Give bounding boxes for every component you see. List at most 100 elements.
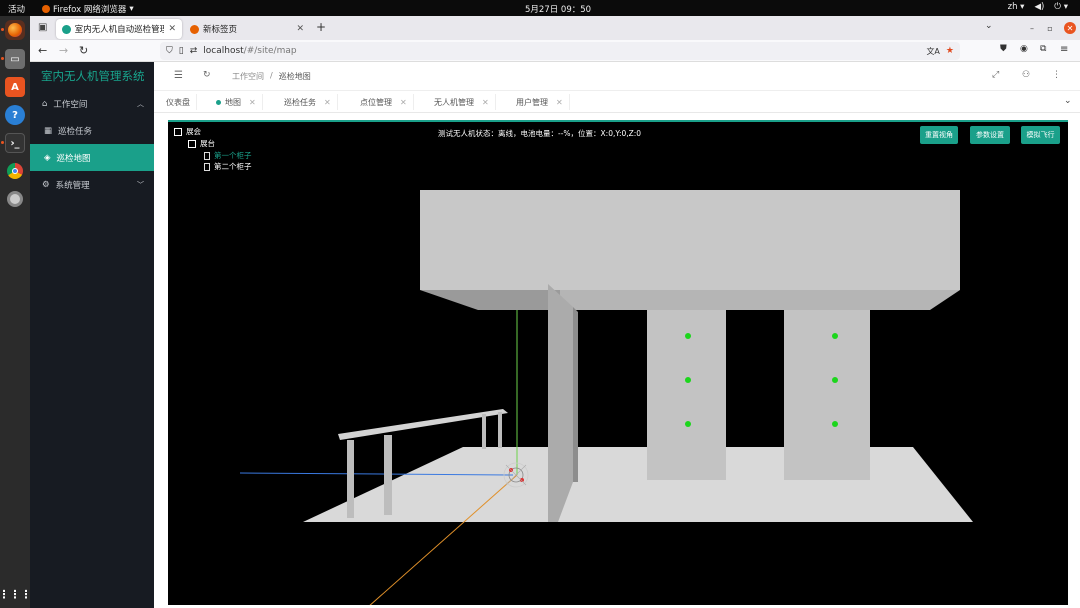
tree-node-booth[interactable]: 展台 xyxy=(188,138,215,149)
menu-label: 巡检地图 xyxy=(56,153,91,164)
refresh-icon[interactable]: ↻ xyxy=(203,70,211,80)
firefox-favicon xyxy=(190,24,199,34)
list-tabs-icon[interactable]: ⌄ xyxy=(985,21,993,31)
close-tag-icon[interactable]: ✕ xyxy=(249,98,256,107)
breadcrumb: 工作空间 / 巡检地图 xyxy=(232,71,311,82)
bench-leg xyxy=(384,435,392,515)
reload-icon[interactable]: ↻ xyxy=(79,44,88,57)
app-sidebar: 室内无人机管理系统 ⌂ 工作空间 ︿ ▦ 巡检任务 ◈ 巡检地图 ⚙ 系统管理 … xyxy=(30,62,154,608)
tag-dashboard[interactable]: 仪表盘 xyxy=(160,94,197,110)
browser-tab-title: 室内无人机自动巡检管理 xyxy=(74,25,165,35)
browser-tab[interactable]: 新标签页 ✕ xyxy=(184,19,310,39)
disk-dock-icon[interactable] xyxy=(5,189,25,209)
tab-overview-icon[interactable]: ▣ xyxy=(38,22,47,33)
user-icon[interactable]: ⚇ xyxy=(1022,70,1030,80)
tag-label: 用户管理 xyxy=(516,97,548,107)
close-tag-icon[interactable]: ✕ xyxy=(556,98,563,107)
close-tag-icon[interactable]: ✕ xyxy=(482,98,489,107)
tree-node-label: 第二个柜子 xyxy=(214,162,252,171)
chrome-dock-icon[interactable] xyxy=(5,161,25,181)
close-tab-icon[interactable]: ✕ xyxy=(296,24,304,34)
close-window-icon[interactable]: ✕ xyxy=(1064,22,1076,34)
browser-tab-title: 新标签页 xyxy=(203,25,238,35)
tags-dropdown-icon[interactable]: ⌄ xyxy=(1064,96,1072,106)
clock[interactable]: 5月27日 09：50 xyxy=(525,3,591,15)
task-icon: ▦ xyxy=(44,125,53,136)
inspection-point xyxy=(832,421,838,427)
tree-node-exhibition[interactable]: 展会 xyxy=(174,126,201,137)
floor-plane xyxy=(303,447,973,522)
inspection-point xyxy=(832,333,838,339)
collapse-menu-icon[interactable]: ☰ xyxy=(174,70,183,81)
software-center-dock-icon[interactable]: A xyxy=(5,77,25,97)
page-icon[interactable]: ▯ xyxy=(179,46,184,56)
tree-node-label: 展会 xyxy=(186,127,201,136)
menu-label: 工作空间 xyxy=(53,99,88,110)
close-tag-icon[interactable]: ✕ xyxy=(324,98,331,107)
app-menu[interactable]: Firefox 网络浏览器 ▾ xyxy=(42,3,134,15)
tag-point-management[interactable]: 点位管理 ✕ xyxy=(354,94,414,110)
bench-leg xyxy=(498,412,502,448)
input-method-indicator[interactable]: zh ▾ xyxy=(1008,2,1025,12)
show-apps-icon[interactable]: ⋮⋮⋮ xyxy=(0,584,32,604)
simulate-flight-button[interactable]: 模拟飞行 xyxy=(1021,126,1060,144)
forward-icon[interactable]: → xyxy=(59,44,68,57)
tag-label: 无人机管理 xyxy=(434,97,474,107)
tree-node-label: 展台 xyxy=(200,139,215,148)
inspection-point xyxy=(685,421,691,427)
power-icon[interactable]: ⏻ ▾ xyxy=(1054,2,1068,12)
tree-node-label: 第一个柜子 xyxy=(214,151,252,160)
breadcrumb-item[interactable]: 工作空间 xyxy=(232,71,264,82)
tag-inspection-task[interactable]: 巡检任务 ✕ xyxy=(278,94,338,110)
tree-checkbox[interactable] xyxy=(174,127,182,136)
shield-icon[interactable]: ⛉ xyxy=(166,46,173,56)
close-tab-icon[interactable]: ✕ xyxy=(168,24,176,34)
tag-map[interactable]: 地图 ✕ xyxy=(210,94,263,110)
files-dock-icon[interactable]: ▭ xyxy=(5,49,25,69)
inspection-point xyxy=(685,333,691,339)
close-tag-icon[interactable]: ✕ xyxy=(400,98,407,107)
dock: ▭ A ? ›_ ⋮⋮⋮ xyxy=(0,16,32,608)
menu-inspection-map[interactable]: ◈ 巡检地图 xyxy=(30,144,154,171)
menu-workspace[interactable]: ⌂ 工作空间 ︿ xyxy=(30,90,154,117)
divider-wall-edge xyxy=(573,307,578,482)
url-bar[interactable]: ⛉ ▯ ⇄ localhost/#/site/map 文A ★ xyxy=(160,42,960,60)
permissions-icon[interactable]: ⇄ xyxy=(190,46,198,56)
tag-user-management[interactable]: 用户管理 ✕ xyxy=(510,94,570,110)
help-dock-icon[interactable]: ? xyxy=(5,105,25,125)
volume-icon[interactable]: ◀) xyxy=(1034,2,1044,12)
browser-tab-active[interactable]: 室内无人机自动巡检管理 ✕ xyxy=(56,19,182,39)
shelf-roof-underside xyxy=(420,290,560,310)
tree-node-cabinet-1[interactable]: 第一个柜子 xyxy=(204,150,252,161)
translate-icon[interactable]: 文A xyxy=(926,46,939,57)
new-tab-button[interactable]: + xyxy=(316,20,326,34)
maximize-icon[interactable]: ▫ xyxy=(1044,22,1056,34)
page-tags-bar: 仪表盘 地图 ✕ 巡检任务 ✕ 点位管理 ✕ 无人机管理 ✕ 用户管理 ✕ ⌄ xyxy=(154,91,1080,113)
fullscreen-icon[interactable]: ⤢ xyxy=(992,70,999,80)
menu-inspection-task[interactable]: ▦ 巡检任务 xyxy=(30,117,154,144)
breadcrumb-current: 巡检地图 xyxy=(278,72,311,81)
bookmark-star-icon[interactable]: ★ xyxy=(946,46,954,56)
account-icon[interactable]: ◉ xyxy=(1020,44,1028,54)
extensions-icon[interactable]: ⧉ xyxy=(1040,44,1046,54)
more-icon[interactable]: ⋮ xyxy=(1052,70,1061,80)
param-settings-button[interactable]: 参数设置 xyxy=(970,126,1010,144)
tag-drone-management[interactable]: 无人机管理 ✕ xyxy=(428,94,496,110)
active-dot xyxy=(216,99,221,105)
minimize-icon[interactable]: – xyxy=(1026,22,1038,34)
menu-system-management[interactable]: ⚙ 系统管理 ﹀ xyxy=(30,171,154,198)
back-icon[interactable]: ← xyxy=(38,44,47,57)
tree-node-cabinet-2[interactable]: 第二个柜子 xyxy=(204,161,252,172)
cabinet-pillar-2 xyxy=(784,310,870,480)
tree-checkbox[interactable] xyxy=(188,139,196,148)
reset-view-button[interactable]: 重置视角 xyxy=(920,126,958,144)
activities-button[interactable]: 活动 xyxy=(8,3,25,15)
terminal-dock-icon[interactable]: ›_ xyxy=(5,133,25,153)
pocket-icon[interactable]: ⛊ xyxy=(1000,44,1007,54)
scene-canvas[interactable] xyxy=(168,122,1068,605)
breadcrumb-separator: / xyxy=(270,71,273,80)
divider-wall xyxy=(548,284,573,522)
map-3d-viewport[interactable]: 展会 展台 第一个柜子 第二个柜子 测试无人机状态：离线，电池电量：--%，位置… xyxy=(168,120,1068,605)
firefox-dock-icon[interactable] xyxy=(5,20,25,40)
menu-icon[interactable]: ≡ xyxy=(1060,44,1068,55)
